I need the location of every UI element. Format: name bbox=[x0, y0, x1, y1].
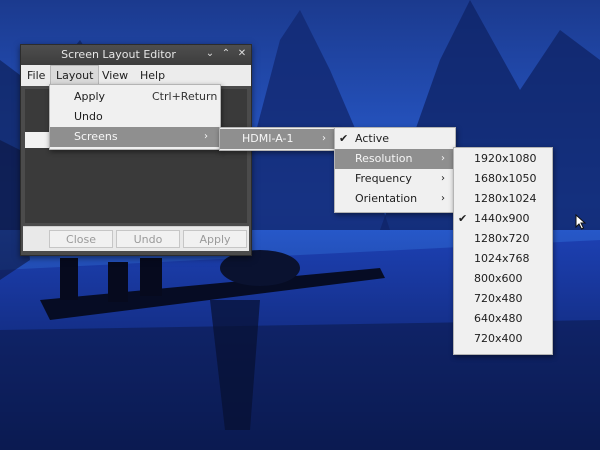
screens-menu: HDMI-A-1 › bbox=[219, 127, 337, 151]
menu-item-active[interactable]: ✔ Active bbox=[335, 129, 455, 149]
menu-item-label: 720x400 bbox=[474, 332, 523, 345]
menu-item-label: Active bbox=[355, 132, 390, 145]
menu-item-undo[interactable]: Undo bbox=[50, 107, 220, 127]
submenu-arrow-icon: › bbox=[204, 131, 208, 142]
submenu-arrow-icon: › bbox=[322, 133, 326, 144]
resolution-menu: 1920x1080 1680x1050 1280x1024 ✔ 1440x900… bbox=[453, 147, 553, 355]
menu-item-label: 1920x1080 bbox=[474, 152, 537, 165]
title-bar[interactable]: Screen Layout Editor ⌄ ⌃ ✕ bbox=[21, 45, 251, 65]
close-button[interactable]: Close bbox=[49, 230, 113, 248]
menu-item-resolution-option[interactable]: 1680x1050 bbox=[454, 169, 552, 189]
menu-view[interactable]: View bbox=[97, 65, 133, 86]
layout-menu: Apply Ctrl+Return Undo Screens › bbox=[49, 84, 221, 150]
check-icon: ✔ bbox=[458, 212, 468, 225]
apply-button[interactable]: Apply bbox=[183, 230, 247, 248]
menu-help[interactable]: Help bbox=[135, 65, 170, 86]
menu-item-label: Resolution bbox=[355, 152, 413, 165]
menu-bar: File Layout View Help bbox=[21, 65, 251, 86]
menu-item-resolution-option[interactable]: 720x400 bbox=[454, 329, 552, 349]
window-title: Screen Layout Editor bbox=[61, 48, 176, 61]
submenu-arrow-icon: › bbox=[441, 173, 445, 184]
menu-item-resolution[interactable]: Resolution › bbox=[335, 149, 455, 169]
menu-item-resolution-option[interactable]: ✔ 1440x900 bbox=[454, 209, 552, 229]
menu-item-resolution-option[interactable]: 800x600 bbox=[454, 269, 552, 289]
menu-item-label: HDMI-A-1 bbox=[242, 132, 294, 145]
menu-item-label: Screens bbox=[74, 130, 118, 143]
undo-button[interactable]: Undo bbox=[116, 230, 180, 248]
button-row: Close Undo Apply bbox=[23, 226, 249, 251]
menu-item-label: 720x480 bbox=[474, 292, 523, 305]
menu-item-label: Frequency bbox=[355, 172, 412, 185]
menu-item-label: 1280x720 bbox=[474, 232, 530, 245]
menu-item-resolution-option[interactable]: 720x480 bbox=[454, 289, 552, 309]
menu-item-label: 1440x900 bbox=[474, 212, 530, 225]
menu-item-resolution-option[interactable]: 1920x1080 bbox=[454, 149, 552, 169]
menu-item-screens[interactable]: Screens › bbox=[50, 127, 220, 147]
output-menu: ✔ Active Resolution › Frequency › Orient… bbox=[334, 127, 456, 213]
menu-item-hdmi-a-1[interactable]: HDMI-A-1 › bbox=[220, 129, 336, 149]
menu-layout[interactable]: Layout bbox=[50, 65, 100, 86]
submenu-arrow-icon: › bbox=[441, 193, 445, 204]
menu-item-label: Orientation bbox=[355, 192, 418, 205]
menu-item-label: Apply bbox=[74, 90, 106, 103]
close-icon[interactable]: ✕ bbox=[235, 47, 249, 61]
menu-item-resolution-option[interactable]: 640x480 bbox=[454, 309, 552, 329]
menu-item-resolution-option[interactable]: 1280x720 bbox=[454, 229, 552, 249]
menu-item-resolution-option[interactable]: 1024x768 bbox=[454, 249, 552, 269]
menu-item-shortcut: Ctrl+Return bbox=[152, 90, 218, 103]
menu-item-label: 1680x1050 bbox=[474, 172, 537, 185]
menu-item-label: 800x600 bbox=[474, 272, 523, 285]
menu-item-resolution-option[interactable]: 1280x1024 bbox=[454, 189, 552, 209]
screen-layout-editor-window: Screen Layout Editor ⌄ ⌃ ✕ File Layout V… bbox=[20, 44, 252, 256]
menu-item-orientation[interactable]: Orientation › bbox=[335, 189, 455, 209]
submenu-arrow-icon: › bbox=[441, 153, 445, 164]
menu-item-label: 1280x1024 bbox=[474, 192, 537, 205]
maximize-icon[interactable]: ⌃ bbox=[219, 47, 233, 61]
menu-item-label: Undo bbox=[74, 110, 103, 123]
menu-item-apply[interactable]: Apply Ctrl+Return bbox=[50, 87, 220, 107]
menu-file[interactable]: File bbox=[22, 65, 50, 86]
check-icon: ✔ bbox=[339, 132, 349, 145]
menu-item-frequency[interactable]: Frequency › bbox=[335, 169, 455, 189]
menu-item-label: 1024x768 bbox=[474, 252, 530, 265]
menu-item-label: 640x480 bbox=[474, 312, 523, 325]
mouse-pointer-icon bbox=[575, 214, 587, 230]
minimize-icon[interactable]: ⌄ bbox=[203, 47, 217, 61]
